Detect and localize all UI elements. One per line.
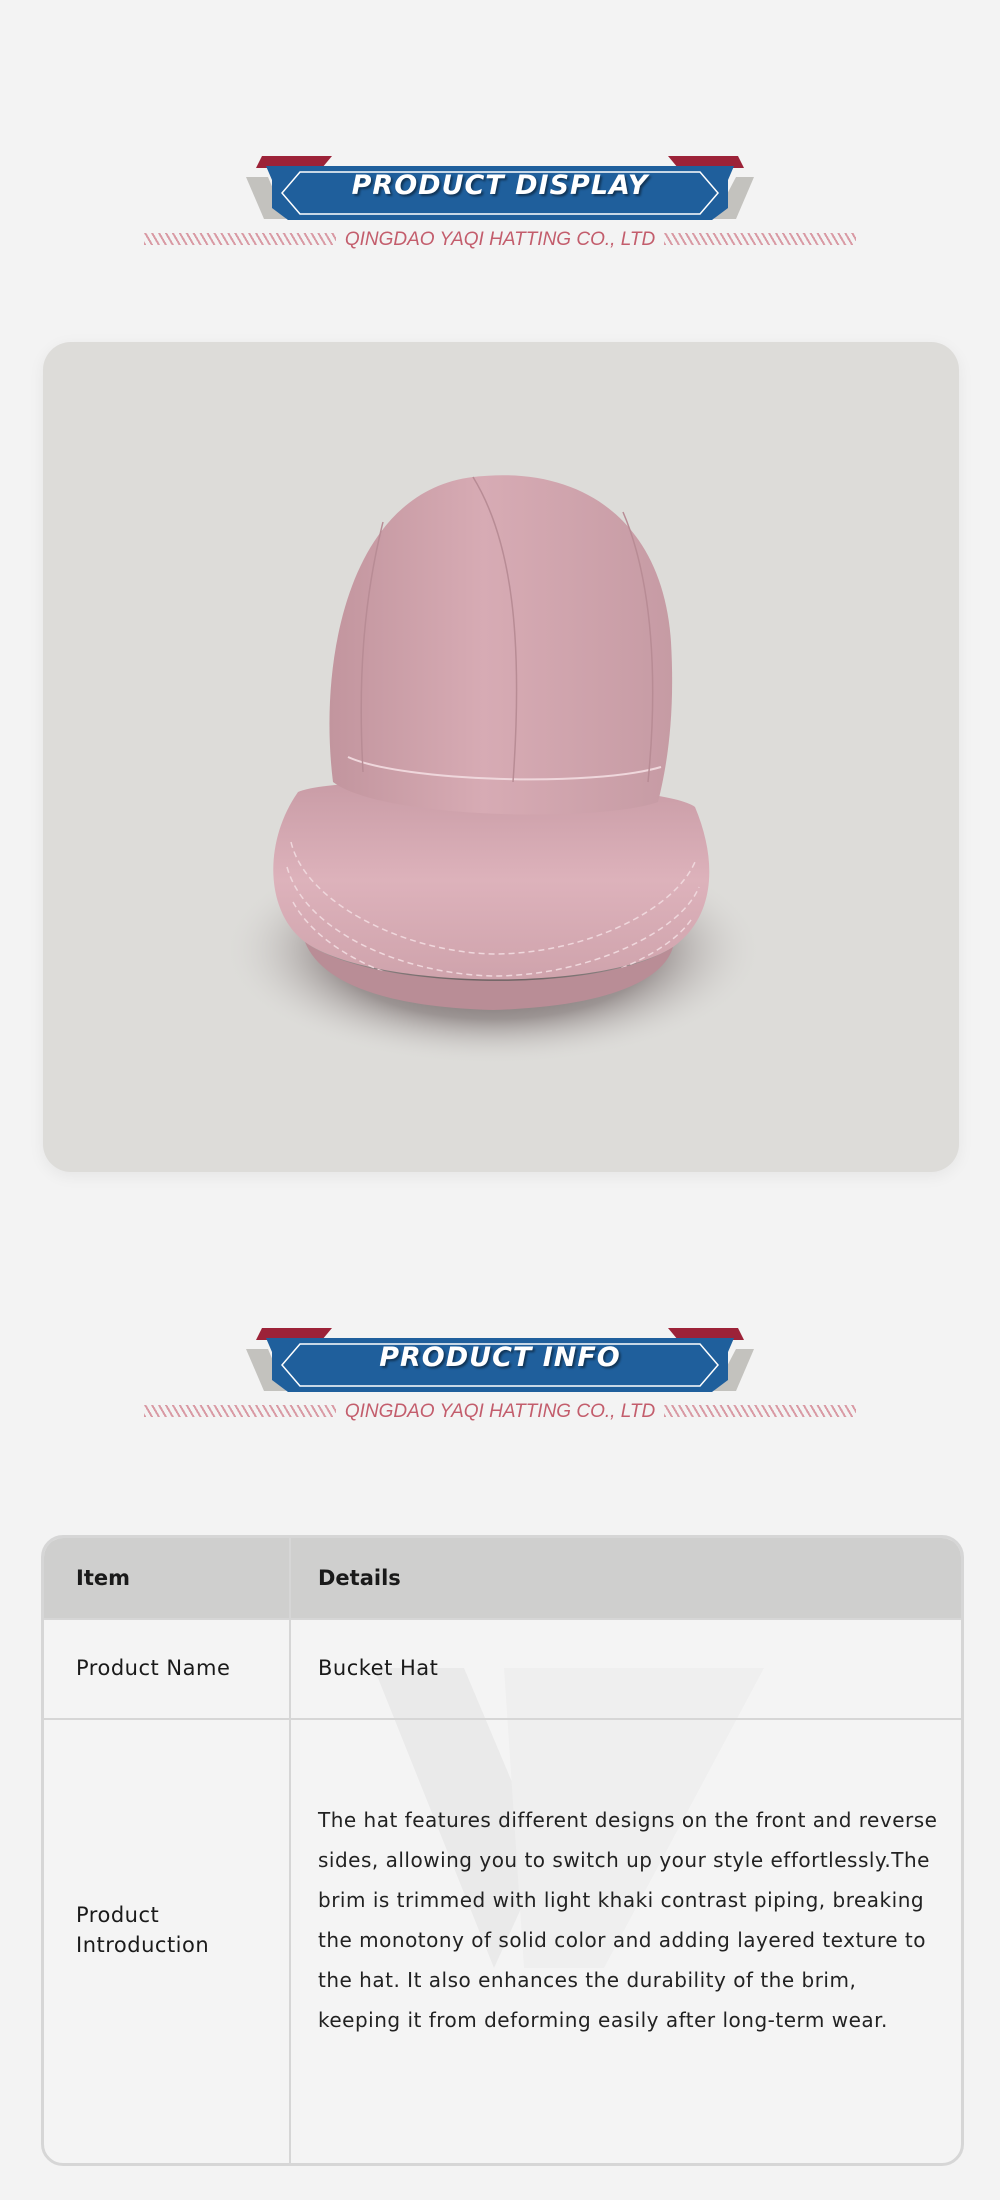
column-divider xyxy=(289,1720,291,2163)
table-row: Product Name Bucket Hat xyxy=(44,1618,961,1720)
bucket-hat-illustration xyxy=(223,475,763,1065)
table-header-item: Item xyxy=(76,1566,130,1590)
table-row: Product Introduction The hat features di… xyxy=(44,1718,961,2163)
table-cell-details: Bucket Hat xyxy=(318,1656,439,1680)
decorative-hatch-right xyxy=(664,1405,856,1417)
section-title-display: PRODUCT DISPLAY xyxy=(351,170,649,201)
table-cell-item: Product Name xyxy=(76,1656,231,1680)
section-banner-display: PRODUCT DISPLAY QINGDAO YAQI HATTING CO.… xyxy=(0,152,1000,292)
section-title-info: PRODUCT INFO xyxy=(379,1342,621,1373)
table-cell-item: Product Introduction xyxy=(76,1903,210,1957)
decorative-hatch-right xyxy=(664,233,856,245)
column-divider xyxy=(289,1538,291,1618)
product-info-table: Item Details Product Name Bucket Hat Pro… xyxy=(41,1535,964,2166)
table-cell-details: The hat features different designs on th… xyxy=(318,1808,938,2032)
product-image xyxy=(43,342,959,1172)
column-divider xyxy=(289,1620,291,1720)
table-header-row: Item Details xyxy=(44,1538,961,1618)
section-banner-info: PRODUCT INFO QINGDAO YAQI HATTING CO., L… xyxy=(0,1324,1000,1464)
table-header-details: Details xyxy=(318,1566,401,1590)
